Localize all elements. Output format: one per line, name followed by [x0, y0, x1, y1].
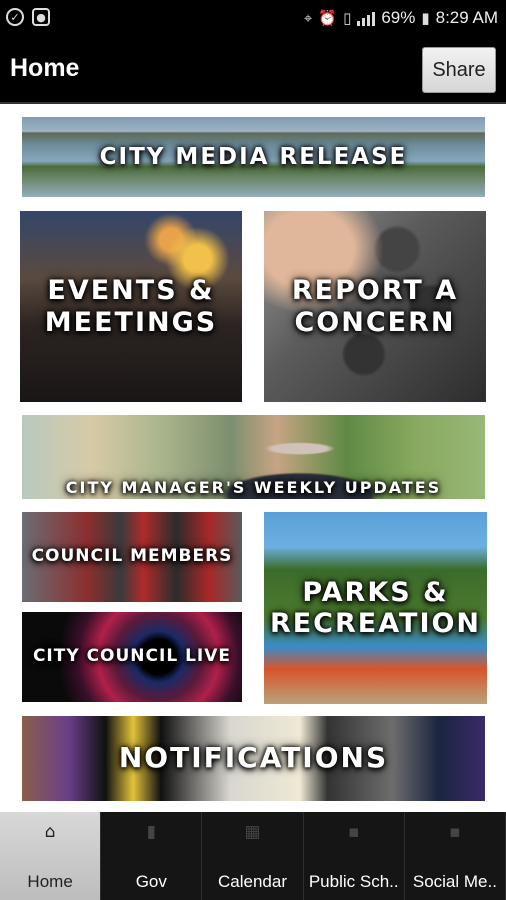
nav-gov[interactable]: ▮ Gov [101, 812, 203, 900]
tile-label: REPORT A CONCERN [291, 275, 459, 338]
tile-label: CITY MANAGER'S WEEKLY UPDATES [65, 477, 442, 497]
check-circle-icon: ✓ [6, 8, 24, 26]
bottom-nav: ⌂ Home ▮ Gov ▦ Calendar ▪ Public Sch.. ▪… [0, 812, 506, 900]
tile-label: COUNCIL MEMBERS [31, 546, 233, 567]
status-bar-left: ✓ ● [6, 8, 50, 26]
tile-parks-recreation[interactable]: PARKS & RECREATION [264, 512, 487, 704]
tile-council-members[interactable]: COUNCIL MEMBERS [22, 512, 242, 602]
status-bar: ✓ ● ⌖ ⏰ ▯ 69% ▮ 8:29 AM [0, 0, 506, 36]
nav-label: Calendar [218, 872, 287, 891]
home-icon: ⌂ [44, 822, 56, 842]
nav-label: Home [27, 872, 73, 891]
tile-city-manager-updates[interactable]: CITY MANAGER'S WEEKLY UPDATES [22, 415, 485, 499]
camera-icon: ● [32, 8, 50, 26]
nav-social-media[interactable]: ▪ Social Me.. [404, 812, 506, 900]
status-bar-right: ⌖ ⏰ ▯ 69% ▮ 8:29 AM [304, 8, 498, 28]
app-root: ✓ ● ⌖ ⏰ ▯ 69% ▮ 8:29 AM Home Share CITY … [0, 0, 506, 900]
signal-icon [357, 10, 376, 26]
calendar-icon: ▦ [244, 822, 261, 842]
tile-label: CITY MEDIA RELEASE [99, 143, 408, 170]
tile-label: EVENTS & MEETINGS [44, 275, 218, 338]
nav-home[interactable]: ⌂ Home [0, 812, 102, 900]
nav-calendar[interactable]: ▦ Calendar [202, 812, 304, 900]
nav-label: Social Me.. [412, 872, 497, 891]
tile-notifications[interactable]: NOTIFICATIONS [22, 716, 485, 801]
nav-label: Public Sch.. [308, 872, 399, 891]
app-bar: Home Share [0, 36, 506, 104]
tile-report-concern[interactable]: REPORT A CONCERN [264, 211, 486, 402]
battery-icon: ▮ [421, 9, 430, 27]
school-icon: ▪ [347, 822, 360, 842]
social-icon: ▪ [449, 822, 461, 842]
book-icon: ▮ [146, 822, 156, 842]
status-time: 8:29 AM [435, 8, 498, 27]
tile-city-media-release[interactable]: CITY MEDIA RELEASE [22, 117, 485, 197]
location-icon: ⌖ [303, 9, 313, 27]
tile-events-meetings[interactable]: EVENTS & MEETINGS [20, 211, 242, 402]
share-button[interactable]: Share [422, 47, 496, 93]
page-title: Home [10, 54, 80, 82]
nav-public-schools[interactable]: ▪ Public Sch.. [303, 812, 405, 900]
tile-label: PARKS & RECREATION [269, 576, 482, 639]
vibrate-icon: ▯ [343, 9, 352, 27]
tile-label: NOTIFICATIONS [118, 741, 389, 775]
tile-city-council-live[interactable]: CITY COUNCIL LIVE [22, 612, 242, 702]
nav-label: Gov [135, 872, 167, 891]
alarm-icon: ⏰ [318, 9, 338, 27]
battery-percent: 69% [381, 8, 416, 27]
tile-label: CITY COUNCIL LIVE [32, 646, 232, 667]
